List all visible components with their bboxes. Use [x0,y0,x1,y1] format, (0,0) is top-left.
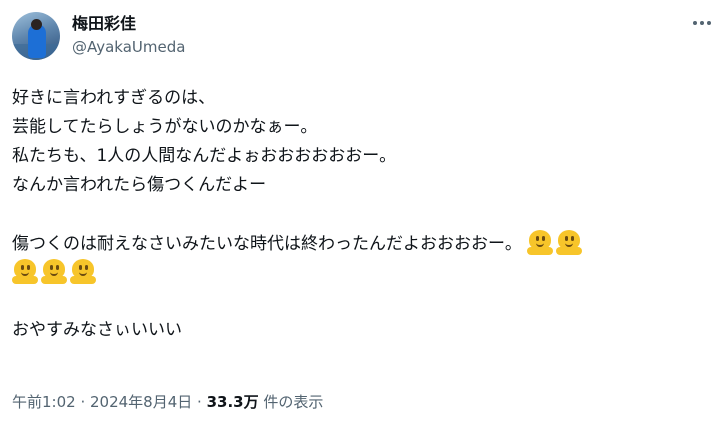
post-date[interactable]: 2024年8月4日 [90,393,192,411]
views-count: 33.3万 [206,393,259,411]
post-line: 傷つくのは耐えなさいみたいな時代は終わったんだよおおおおー。 [12,234,522,254]
post-line-with-emoji: 傷つくのは耐えなさいみたいな時代は終わったんだよおおおおー。 [12,229,712,258]
emoji-line [12,258,712,287]
melting-face-icon [12,258,38,284]
post-meta: 午前1:02 · 2024年8月4日 · 33.3万 件の表示 [12,392,323,412]
meta-separator: · [75,393,90,411]
post-line: おやすみなさぃいいい [12,320,182,340]
more-options-icon[interactable] [688,12,716,34]
post-line: 好きに言われすぎるのは、 [12,88,216,108]
melting-face-icon [70,258,96,284]
post-line: 芸能してたらしょうがないのかなぁー。 [12,117,318,137]
melting-face-icon [41,258,67,284]
melting-face-icon [556,229,583,255]
post-text: 好きに言われすぎるのは、 芸能してたらしょうがないのかなぁー。 私たちも、1人の… [12,84,712,345]
meta-separator: · [192,393,207,411]
avatar[interactable] [12,12,60,60]
melting-face-icon [527,229,554,255]
post-line: なんか言われたら傷つくんだよー [12,175,267,195]
views-label: 件の表示 [258,393,324,411]
author-handle[interactable]: @AyakaUmeda [72,37,185,57]
post-time[interactable]: 午前1:02 [12,393,76,411]
post-line: 私たちも、1人の人間なんだよぉおおおおおおー。 [12,146,397,166]
author-display-name[interactable]: 梅田彩佳 [72,13,136,35]
